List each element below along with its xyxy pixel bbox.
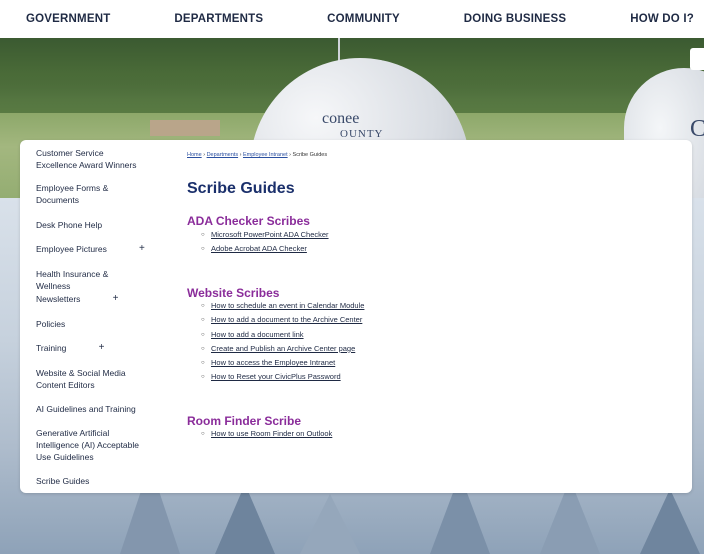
- link-archive-page[interactable]: Create and Publish an Archive Center pag…: [211, 344, 355, 353]
- background-tree: [640, 489, 700, 554]
- expand-plus-icon[interactable]: +: [99, 342, 105, 354]
- sidebar-item-website-social-media[interactable]: Website & Social Media Content Editors: [20, 367, 170, 391]
- link-calendar-event[interactable]: How to schedule an event in Calendar Mod…: [211, 301, 364, 310]
- breadcrumb-separator: ›: [239, 152, 242, 158]
- expand-plus-icon[interactable]: +: [139, 243, 145, 255]
- link-archive-document[interactable]: How to add a document to the Archive Cen…: [211, 315, 362, 324]
- breadcrumb-home[interactable]: Home: [187, 152, 202, 158]
- section-title-ada-checker: ADA Checker Scribes: [187, 214, 310, 228]
- sidebar-item-newsletters[interactable]: Newsletters +: [20, 293, 118, 305]
- link-powerpoint-ada-checker[interactable]: Microsoft PowerPoint ADA Checker: [211, 230, 329, 239]
- sidebar-item-generative-ai[interactable]: Generative Artificial Intelligence (AI) …: [20, 427, 170, 463]
- list-item: How to Reset your CivicPlus Password: [201, 370, 364, 385]
- page-title: Scribe Guides: [187, 180, 295, 197]
- nav-doing-business[interactable]: DOING BUSINESS: [464, 13, 566, 25]
- hero-building: [150, 120, 220, 136]
- list-item: How to add a document link: [201, 328, 364, 343]
- corner-tab[interactable]: [690, 48, 704, 70]
- list-item: How to use Room Finder on Outlook: [201, 427, 332, 442]
- sidebar-item-ai-guidelines[interactable]: AI Guidelines and Training: [20, 403, 162, 415]
- sidebar-item-employee-pictures[interactable]: Employee Pictures +: [20, 243, 145, 255]
- nav-government[interactable]: GOVERNMENT: [26, 13, 110, 25]
- sidebar-item-policies[interactable]: Policies: [20, 318, 91, 330]
- section-title-room-finder: Room Finder Scribe: [187, 414, 302, 428]
- breadcrumb-departments[interactable]: Departments: [207, 152, 239, 158]
- breadcrumb-separator: ›: [203, 152, 206, 158]
- sidebar-item-desk-phone-help[interactable]: Desk Phone Help: [20, 219, 128, 231]
- link-employee-intranet[interactable]: How to access the Employee Intranet: [211, 358, 335, 367]
- tank-logo-subtext: OUNTY: [340, 128, 384, 140]
- list-item: How to access the Employee Intranet: [201, 356, 364, 371]
- link-acrobat-ada-checker[interactable]: Adobe Acrobat ADA Checker: [211, 244, 307, 253]
- ada-checker-links: Microsoft PowerPoint ADA Checker Adobe A…: [201, 228, 329, 257]
- tank2-logo-text: C: [690, 116, 704, 142]
- list-item: How to schedule an event in Calendar Mod…: [201, 299, 364, 314]
- breadcrumb-separator: ›: [289, 152, 291, 158]
- top-nav: GOVERNMENT DEPARTMENTS COMMUNITY DOING B…: [0, 0, 704, 38]
- sidebar-item-scribe-guides[interactable]: Scribe Guides: [20, 475, 115, 487]
- list-item: How to add a document to the Archive Cen…: [201, 313, 364, 328]
- list-item: Create and Publish an Archive Center pag…: [201, 342, 364, 357]
- breadcrumb-employee-intranet[interactable]: Employee Intranet: [243, 152, 288, 158]
- list-item: Adobe Acrobat ADA Checker: [201, 242, 329, 257]
- room-finder-links: How to use Room Finder on Outlook: [201, 427, 332, 442]
- background-tree: [215, 484, 275, 554]
- list-item: Microsoft PowerPoint ADA Checker: [201, 228, 329, 243]
- content-card: Customer Service Excellence Award Winner…: [20, 140, 692, 493]
- nav-departments[interactable]: DEPARTMENTS: [174, 13, 263, 25]
- background-tree: [300, 494, 360, 554]
- tank-logo-text: conee: [322, 110, 360, 127]
- sidebar-item-training[interactable]: Training +: [20, 342, 104, 354]
- link-civicplus-password[interactable]: How to Reset your CivicPlus Password: [211, 372, 341, 381]
- breadcrumb: Home › Departments › Employee Intranet ›…: [187, 152, 327, 158]
- sidebar-item-health-insurance[interactable]: Health Insurance & Wellness: [20, 268, 170, 292]
- nav-how-do-i[interactable]: HOW DO I?: [630, 13, 694, 25]
- section-title-website-scribes: Website Scribes: [187, 286, 280, 300]
- link-document-link[interactable]: How to add a document link: [211, 330, 304, 339]
- sidebar-item-employee-forms[interactable]: Employee Forms & Documents: [20, 182, 170, 206]
- nav-community[interactable]: COMMUNITY: [327, 13, 400, 25]
- expand-plus-icon[interactable]: +: [113, 293, 119, 305]
- sidebar-item-customer-service-excellence[interactable]: Customer Service Excellence Award Winner…: [20, 147, 170, 171]
- website-scribes-links: How to schedule an event in Calendar Mod…: [201, 299, 364, 385]
- breadcrumb-current: Scribe Guides: [292, 152, 328, 158]
- link-room-finder-outlook[interactable]: How to use Room Finder on Outlook: [211, 429, 332, 438]
